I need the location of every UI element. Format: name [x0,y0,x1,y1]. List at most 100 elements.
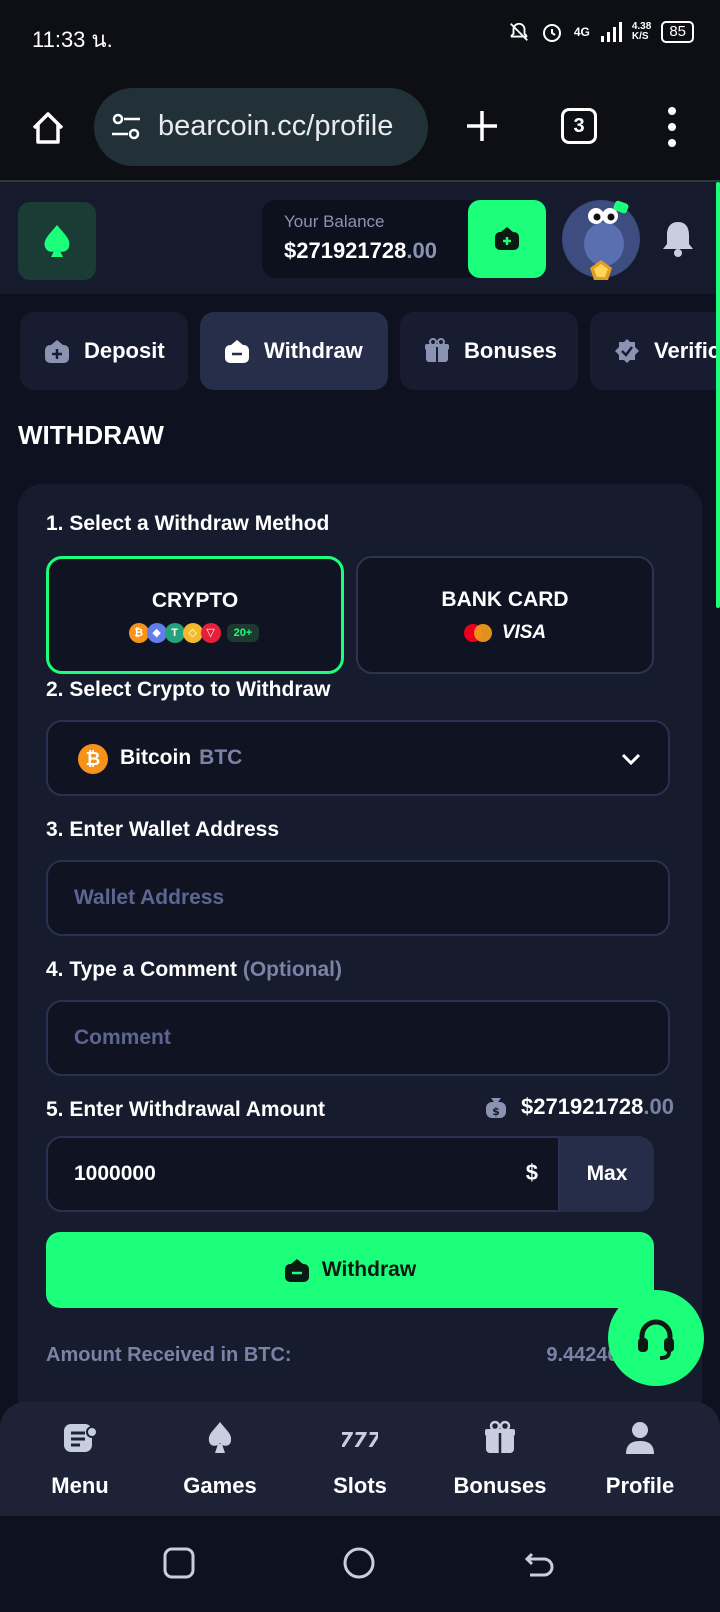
system-navigation-bar [0,1516,720,1612]
notification-bell-icon[interactable] [660,218,696,258]
bottom-navigation: Menu Games 777 Slots Bonuses Profile [0,1402,720,1516]
status-bar: 11:33 น. 4G 4.38 K/S 85 [0,0,720,72]
withdraw-wallet-icon [284,1259,309,1282]
status-icons: 4G 4.38 K/S 85 [508,20,694,44]
step1-label: 1. Select a Withdraw Method [46,512,330,535]
recent-apps-icon[interactable] [162,1546,196,1580]
nav-profile-label: Profile [605,1473,675,1498]
wallet-add-icon [495,227,519,250]
step2-label: 2. Select Crypto to Withdraw [46,678,331,701]
crypto-ticker: BTC [199,746,243,769]
currency-symbol: $ [525,1160,538,1185]
browser-toolbar: bearcoin.cc/profile 3 [0,72,720,182]
nav-games[interactable]: Games [155,1420,285,1499]
more-coins-badge: 20+ [226,624,260,642]
url-text[interactable]: bearcoin.cc/profile [158,110,418,143]
tab-switcher-button[interactable]: 3 [561,108,597,144]
method-crypto-option[interactable]: CRYPTO ₿ ◆ T ◇ ▽ 20+ [46,556,344,674]
available-decimals: .00 [643,1094,674,1119]
battery-indicator: 85 [661,21,694,43]
crypto-coins-row: ₿ ◆ T ◇ ▽ 20+ [128,623,260,643]
gift-icon [485,1420,515,1453]
support-chat-button[interactable] [608,1290,704,1386]
menu-icon [64,1424,98,1452]
comment-placeholder: Comment [74,1026,171,1049]
ethereum-coin-icon: ◆ [146,623,167,643]
tab-bonuses[interactable]: Bonuses [400,312,578,390]
site-settings-icon[interactable] [110,112,142,142]
nav-bonuses-label: Bonuses [453,1473,547,1498]
profile-tabs: Deposit Withdraw Bonuses Verification [0,294,720,400]
tether-coin-icon: T [164,623,185,643]
balance-main: $271921728 [284,238,407,263]
tab-verification[interactable]: Verification [590,312,720,390]
tron-coin-icon: ▽ [200,623,221,643]
signal-icon [600,22,622,42]
nav-games-label: Games [183,1473,257,1498]
games-spade-icon [208,1422,232,1453]
headset-support-icon [638,1319,674,1360]
alarm-icon [542,24,561,42]
nav-menu-label: Menu [51,1473,109,1498]
withdraw-wallet-icon [225,340,249,363]
withdraw-form-card: 1. Select a Withdraw Method CRYPTO ₿ ◆ T… [18,484,702,1424]
verified-badge-icon [615,339,639,363]
nav-slots[interactable]: 777 Slots [295,1420,425,1499]
method-crypto-label: CRYPTO [151,589,239,612]
site-logo[interactable] [18,202,96,280]
crypto-select[interactable]: ₿ Bitcoin BTC [46,720,670,796]
svg-text:$: $ [492,1105,500,1118]
mastercard-icon [463,624,492,642]
max-amount-button[interactable]: Max [560,1136,654,1212]
spade-logo-icon [44,225,70,257]
bitcoin-icon: ₿ [78,744,108,774]
crypto-name: Bitcoin [120,746,192,769]
deposit-wallet-icon [45,340,69,363]
comment-input[interactable]: Comment [46,1000,670,1076]
new-tab-icon[interactable] [462,106,502,146]
method-card-label: BANK CARD [441,588,569,611]
back-icon[interactable] [522,1546,556,1580]
nav-profile[interactable]: Profile [575,1420,705,1499]
bnb-coin-icon: ◇ [182,623,203,643]
available-main: $271921728 [521,1094,644,1119]
tab-verification-label: Verification [654,338,720,363]
balance-decimals: .00 [406,238,437,263]
page-scroll-indicator [716,182,720,608]
withdraw-amount-value: 1000000 [74,1162,156,1185]
tab-bonuses-label: Bonuses [464,338,557,363]
card-brands-row: VISA [463,622,547,644]
nav-menu[interactable]: Menu [15,1420,145,1499]
bitcoin-coin-icon: ₿ [128,623,149,643]
withdraw-amount-input[interactable]: 1000000 $ [46,1136,560,1212]
site-header: Your Balance $271921728.00 [0,182,720,294]
profile-icon [626,1422,654,1454]
home-icon[interactable] [28,108,68,148]
tab-withdraw[interactable]: Withdraw [200,312,388,390]
wallet-address-input[interactable]: Wallet Address [46,860,670,936]
bear-mascot-avatar-icon [563,200,639,280]
notifications-off-icon [509,22,528,41]
page-title: WITHDRAW [18,420,164,450]
available-balance: $ $271921728.00 [483,1094,674,1120]
wallet-button[interactable] [468,200,546,278]
tab-withdraw-label: Withdraw [264,338,363,363]
chevron-down-icon [621,753,641,766]
visa-logo: VISA [501,622,547,643]
balance-label: Your Balance [284,212,385,231]
step3-label: 3. Enter Wallet Address [46,818,280,841]
avatar[interactable] [562,200,640,280]
withdraw-submit-button[interactable]: Withdraw [46,1232,654,1308]
more-options-icon[interactable] [664,104,680,150]
network-type: 4G [573,25,590,39]
tab-deposit[interactable]: Deposit [20,312,188,390]
balance-value: $271921728.00 [284,238,437,264]
wallet-address-placeholder: Wallet Address [74,886,225,909]
address-bar[interactable]: bearcoin.cc/profile [94,88,428,166]
svg-text:777: 777 [342,1428,378,1452]
nav-bonuses[interactable]: Bonuses [435,1420,565,1499]
money-bag-icon: $ [486,1098,507,1118]
step4-optional: (Optional) [242,958,342,981]
method-bank-card-option[interactable]: BANK CARD VISA [356,556,654,674]
home-circle-icon[interactable] [342,1546,376,1580]
